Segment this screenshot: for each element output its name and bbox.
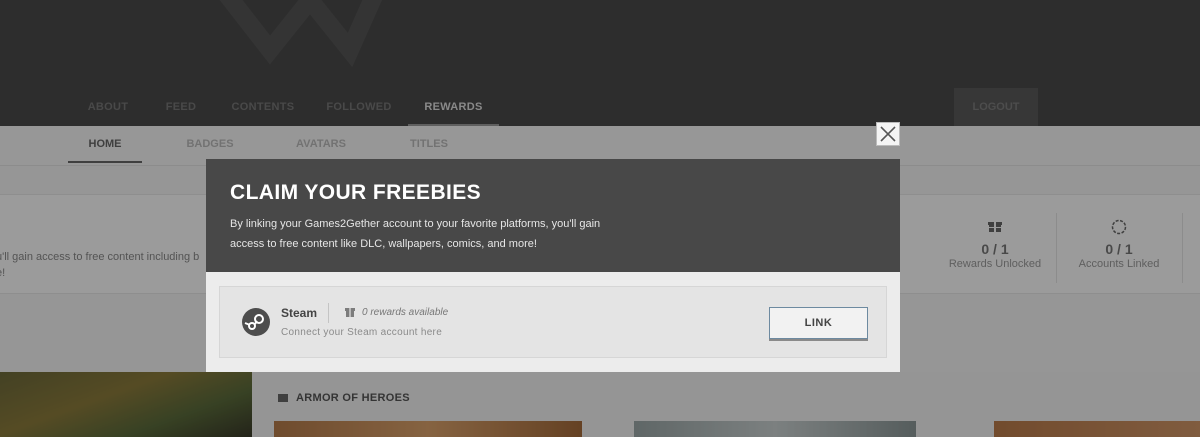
modal-title: CLAIM YOUR FREEBIES: [230, 181, 482, 204]
modal-header: CLAIM YOUR FREEBIES By linking your Game…: [206, 159, 900, 272]
platform-row-steam: Steam 0 rewards available Connect your S…: [219, 286, 887, 358]
steam-icon: [242, 308, 270, 336]
gift-icon: [345, 306, 355, 320]
modal-description: By linking your Games2Gether account to …: [230, 218, 601, 250]
platform-name: Steam: [281, 306, 318, 320]
claim-freebies-modal: CLAIM YOUR FREEBIES By linking your Game…: [206, 159, 900, 372]
platform-subtitle: Connect your Steam account here: [281, 327, 443, 338]
link-steam-button[interactable]: LINK: [769, 307, 868, 339]
name-divider: [328, 303, 329, 323]
modal-close-button[interactable]: [876, 122, 900, 146]
close-icon: [880, 126, 896, 142]
rewards-available: 0 rewards available: [362, 307, 449, 318]
modal-body: Steam 0 rewards available Connect your S…: [206, 272, 900, 372]
